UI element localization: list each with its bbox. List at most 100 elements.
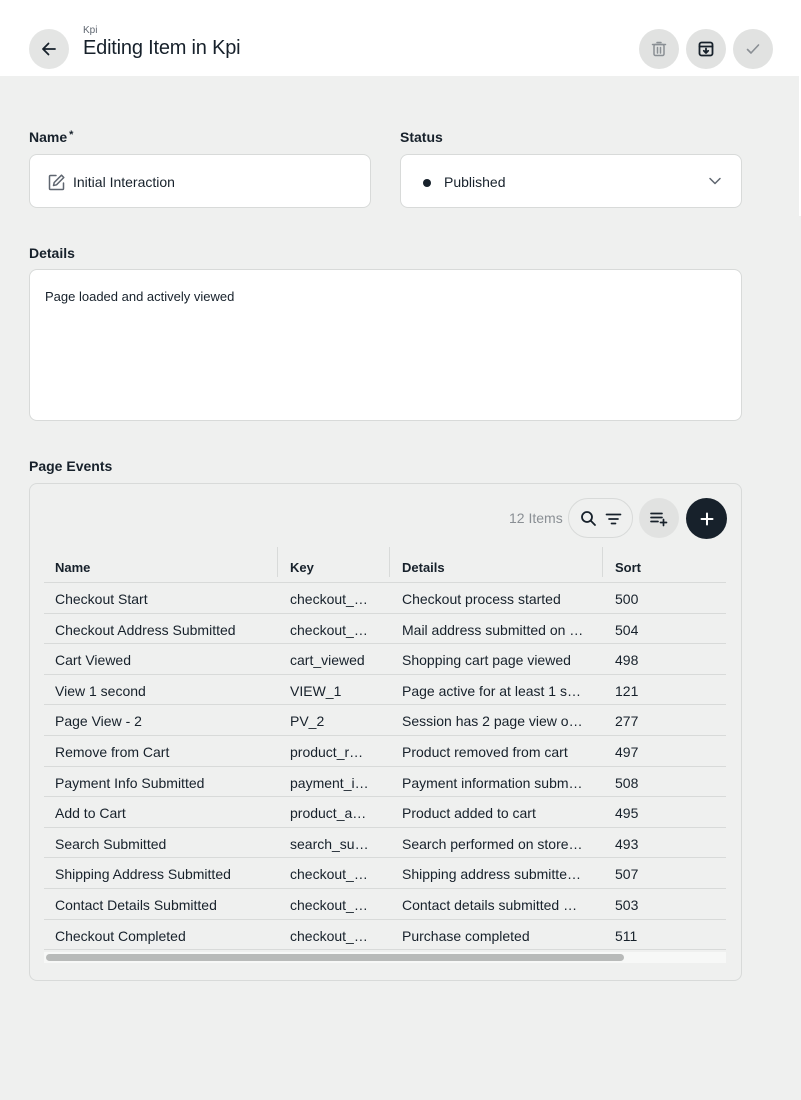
column-header-key[interactable]: Key bbox=[290, 560, 314, 575]
search-filter-button[interactable] bbox=[568, 498, 633, 538]
cell-key: PV_2 bbox=[290, 713, 325, 730]
details-textarea[interactable]: Page loaded and actively viewed bbox=[29, 269, 742, 421]
events-table: Name Key Details Sort Checkout Start chec… bbox=[44, 543, 726, 951]
cell-name: Payment Info Submitted bbox=[55, 774, 205, 791]
archive-button[interactable] bbox=[686, 29, 726, 69]
cell-sort: 498 bbox=[615, 652, 639, 669]
column-header-details[interactable]: Details bbox=[402, 560, 445, 575]
cell-sort: 500 bbox=[615, 591, 639, 607]
cell-sort: 508 bbox=[615, 774, 639, 791]
cell-name: Remove from Cart bbox=[55, 743, 170, 760]
cell-key: product_re… bbox=[290, 743, 370, 760]
table-row[interactable]: View 1 second VIEW_1 Page active for at le… bbox=[44, 675, 726, 706]
cell-name: Search Submitted bbox=[55, 835, 167, 852]
cell-sort: 511 bbox=[615, 927, 638, 944]
cell-details: Purchase completed bbox=[402, 927, 530, 944]
name-label: Name * bbox=[29, 129, 73, 145]
back-button[interactable] bbox=[29, 29, 69, 69]
page-events-label: Page Events bbox=[29, 458, 113, 474]
cell-sort: 497 bbox=[615, 743, 639, 760]
arrow-left-icon bbox=[42, 42, 56, 56]
status-select[interactable]: Published bbox=[400, 154, 742, 208]
save-button[interactable] bbox=[733, 29, 773, 69]
sort-button[interactable] bbox=[639, 498, 679, 538]
table-row[interactable]: Add to Cart product_a… Product added to ca… bbox=[44, 797, 726, 828]
cell-key: VIEW_1 bbox=[290, 682, 342, 699]
breadcrumb[interactable]: Kpi bbox=[83, 25, 97, 36]
status-dot-icon bbox=[423, 179, 431, 187]
chevron-down-icon bbox=[709, 177, 721, 185]
column-resize-handle[interactable] bbox=[602, 547, 603, 577]
archive-icon bbox=[698, 41, 714, 57]
table-row[interactable]: Checkout Address Submitted checkout_… Mail… bbox=[44, 614, 726, 645]
cell-details: Payment information subm… bbox=[402, 774, 583, 791]
cell-key: checkout_… bbox=[290, 927, 368, 944]
search-icon bbox=[581, 511, 596, 526]
required-marker: * bbox=[69, 129, 74, 141]
cell-details: Session has 2 page view or… bbox=[402, 713, 587, 730]
cell-sort: 121 bbox=[615, 682, 639, 699]
cell-key: checkout_… bbox=[290, 591, 368, 607]
cell-name: View 1 second bbox=[55, 682, 146, 699]
cell-key: checkout_… bbox=[290, 896, 368, 913]
cell-details: Search performed on store… bbox=[402, 835, 583, 852]
name-field[interactable]: Initial Interaction bbox=[29, 154, 371, 208]
column-header-sort[interactable]: Sort bbox=[615, 560, 641, 575]
cell-details: Shipping address submitte… bbox=[402, 866, 581, 883]
cell-sort: 504 bbox=[615, 621, 639, 638]
table-row[interactable]: Shipping Address Submitted checkout_… Ship… bbox=[44, 858, 726, 889]
table-body: Checkout Start checkout_… Checkout process… bbox=[44, 583, 726, 951]
column-resize-handle[interactable] bbox=[389, 547, 390, 577]
table-row[interactable]: Contact Details Submitted checkout_… Conta… bbox=[44, 889, 726, 920]
name-label-text: Name bbox=[29, 129, 68, 145]
table-row[interactable]: Payment Info Submitted payment_i… Payment … bbox=[44, 767, 726, 798]
trash-icon bbox=[651, 41, 667, 57]
cell-details: Product removed from cart bbox=[402, 743, 568, 760]
table-header: Name Key Details Sort bbox=[44, 543, 726, 583]
cell-details: Page active for at least 1 se… bbox=[402, 682, 587, 699]
cell-name: Checkout Completed bbox=[55, 927, 186, 944]
table-row[interactable]: Page View - 2 PV_2 Session has 2 page view… bbox=[44, 705, 726, 736]
cell-details: Product added to cart bbox=[402, 805, 536, 822]
table-row[interactable]: Remove from Cart product_re… Product remov… bbox=[44, 736, 726, 767]
cell-sort: 493 bbox=[615, 835, 639, 852]
scrollbar-thumb[interactable] bbox=[46, 954, 624, 961]
status-label: Status bbox=[400, 129, 443, 145]
cell-name: Checkout Address Submitted bbox=[55, 621, 236, 638]
table-row[interactable]: Search Submitted search_su… Search perform… bbox=[44, 828, 726, 859]
cell-name: Shipping Address Submitted bbox=[55, 866, 231, 883]
cell-details: Mail address submitted on … bbox=[402, 621, 584, 638]
check-icon bbox=[746, 44, 760, 54]
cell-details: Contact details submitted … bbox=[402, 896, 578, 913]
table-row[interactable]: Checkout Completed checkout_… Purchase com… bbox=[44, 920, 726, 951]
table-row[interactable]: Checkout Start checkout_… Checkout process… bbox=[44, 583, 726, 614]
filter-icon bbox=[605, 513, 622, 525]
page-title: Editing Item in Kpi bbox=[83, 37, 241, 59]
cell-key: product_a… bbox=[290, 805, 367, 822]
details-value: Page loaded and actively viewed bbox=[45, 289, 235, 304]
column-header-name[interactable]: Name bbox=[55, 560, 90, 575]
name-value: Initial Interaction bbox=[73, 174, 175, 190]
status-value: Published bbox=[444, 174, 506, 190]
table-row[interactable]: Cart Viewed cart_viewed Shopping cart page… bbox=[44, 644, 726, 675]
items-count: 12 Items bbox=[509, 510, 563, 526]
column-resize-handle[interactable] bbox=[277, 547, 278, 577]
cell-key: checkout_… bbox=[290, 866, 368, 883]
delete-button[interactable] bbox=[639, 29, 679, 69]
cell-name: Page View - 2 bbox=[55, 713, 142, 730]
cell-sort: 503 bbox=[615, 896, 639, 913]
cell-details: Checkout process started bbox=[402, 591, 561, 607]
page-header: Kpi Editing Item in Kpi bbox=[0, 0, 801, 76]
cell-sort: 495 bbox=[615, 805, 639, 822]
cell-name: Cart Viewed bbox=[55, 652, 132, 669]
sort-add-icon bbox=[650, 512, 668, 527]
cell-name: Add to Cart bbox=[55, 805, 126, 822]
plus-icon bbox=[700, 512, 713, 525]
cell-key: checkout_… bbox=[290, 621, 368, 638]
add-event-button[interactable] bbox=[686, 498, 727, 539]
cell-key: cart_viewed bbox=[290, 652, 365, 669]
cell-name: Checkout Start bbox=[55, 591, 148, 607]
cell-key: payment_i… bbox=[290, 774, 369, 791]
cell-key: search_su… bbox=[290, 835, 369, 852]
cell-sort: 507 bbox=[615, 866, 639, 883]
